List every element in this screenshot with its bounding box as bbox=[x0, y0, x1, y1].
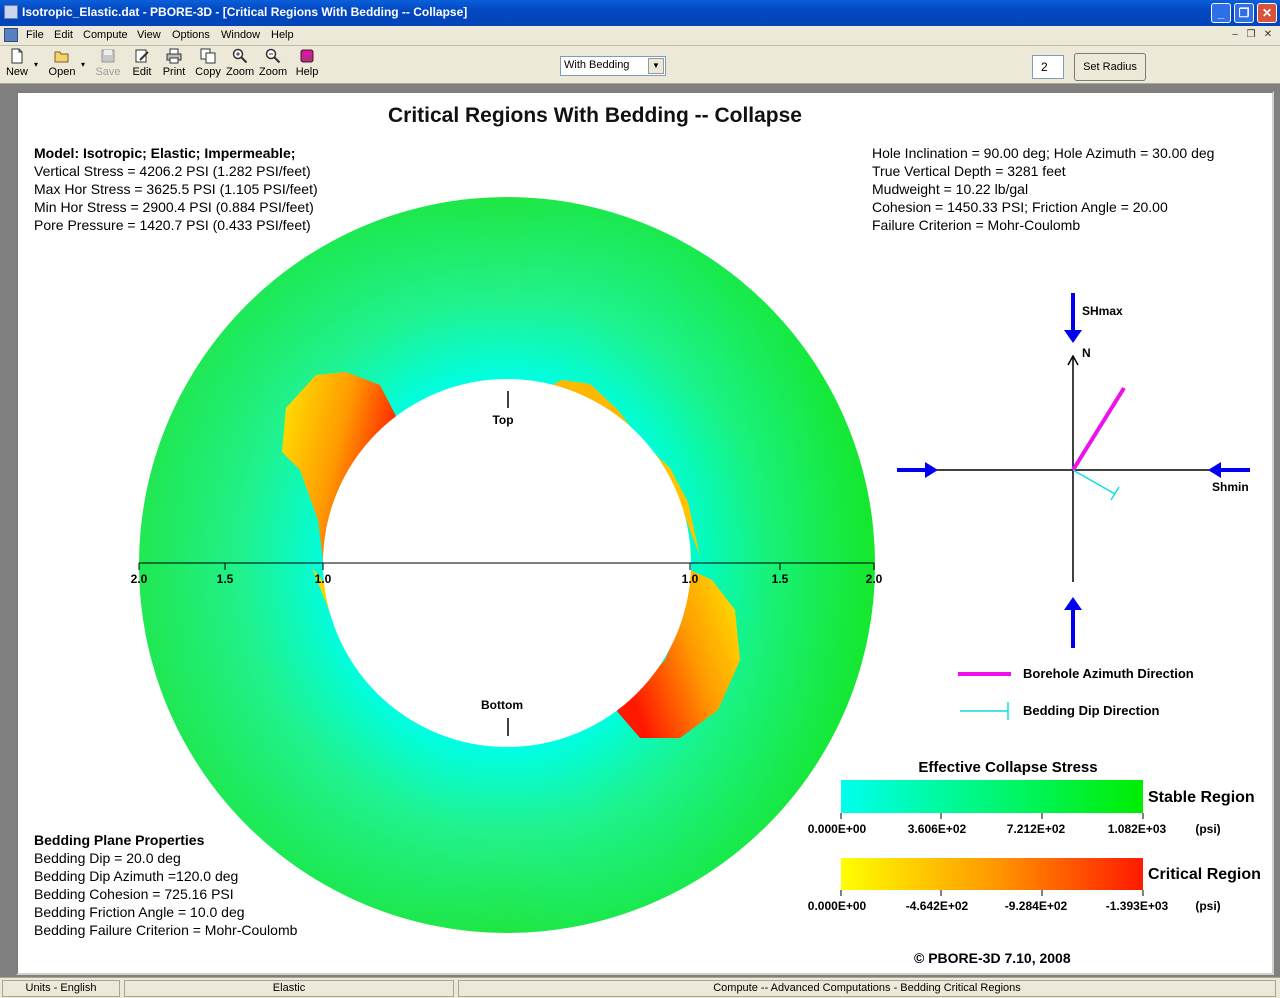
critical-tick-label: -1.393E+03 bbox=[1106, 899, 1169, 913]
stable-tick-label: 7.212E+02 bbox=[1007, 822, 1066, 836]
critical-tick-label: -9.284E+02 bbox=[1005, 899, 1068, 913]
status-mode: Elastic bbox=[124, 980, 454, 997]
stable-tick-label: 0.000E+00 bbox=[808, 822, 867, 836]
critical-tick-label: 0.000E+00 bbox=[808, 899, 867, 913]
shmin-arrowhead-right-icon bbox=[1208, 462, 1221, 478]
status-action: Compute -- Advanced Computations - Beddi… bbox=[458, 980, 1276, 997]
scale-title: Effective Collapse Stress bbox=[918, 759, 1097, 776]
copyright-text: © PBORE-3D 7.10, 2008 bbox=[914, 950, 1071, 966]
critical-tick-label: -4.642E+02 bbox=[906, 899, 969, 913]
tick-label: 1.0 bbox=[682, 572, 699, 586]
stable-tick-label: 3.606E+02 bbox=[908, 822, 967, 836]
critical-region-label: Critical Region bbox=[1148, 866, 1261, 883]
status-bar: Units - English Elastic Compute -- Advan… bbox=[0, 977, 1280, 998]
shmin-label: Shmin bbox=[1212, 480, 1249, 494]
bottom-label: Bottom bbox=[481, 698, 523, 712]
shmax-label: SHmax bbox=[1082, 304, 1123, 318]
shmax-arrowhead-top-icon bbox=[1064, 330, 1082, 343]
tick-label: 2.0 bbox=[866, 572, 883, 586]
bedding-dip-tick bbox=[1110, 486, 1120, 501]
critical-unit-label: (psi) bbox=[1195, 899, 1220, 913]
borehole-azimuth-line bbox=[1071, 386, 1126, 472]
tick-label: 1.5 bbox=[772, 572, 789, 586]
plot-canvas: 2.0 1.5 1.0 1.0 1.5 2.0 Top Bottom N SHm… bbox=[131, 197, 1261, 933]
shmin-arrowhead-left-icon bbox=[925, 462, 938, 478]
shmax-arrowhead-bottom-icon bbox=[1064, 597, 1082, 610]
azimuth-legend-label: Borehole Azimuth Direction bbox=[1023, 666, 1194, 681]
bedding-dip-line bbox=[1072, 469, 1116, 495]
north-label: N bbox=[1082, 346, 1091, 360]
dip-legend-label: Bedding Dip Direction bbox=[1023, 703, 1160, 718]
tick-label: 2.0 bbox=[131, 572, 148, 586]
top-label: Top bbox=[492, 413, 513, 427]
stable-unit-label: (psi) bbox=[1195, 822, 1220, 836]
tick-label: 1.5 bbox=[217, 572, 234, 586]
status-units: Units - English bbox=[2, 980, 120, 997]
critical-color-bar bbox=[841, 858, 1143, 890]
stable-color-bar bbox=[841, 780, 1143, 813]
tick-label: 1.0 bbox=[315, 572, 332, 586]
stable-tick-label: 1.082E+03 bbox=[1108, 822, 1167, 836]
stable-region-label: Stable Region bbox=[1148, 789, 1255, 806]
